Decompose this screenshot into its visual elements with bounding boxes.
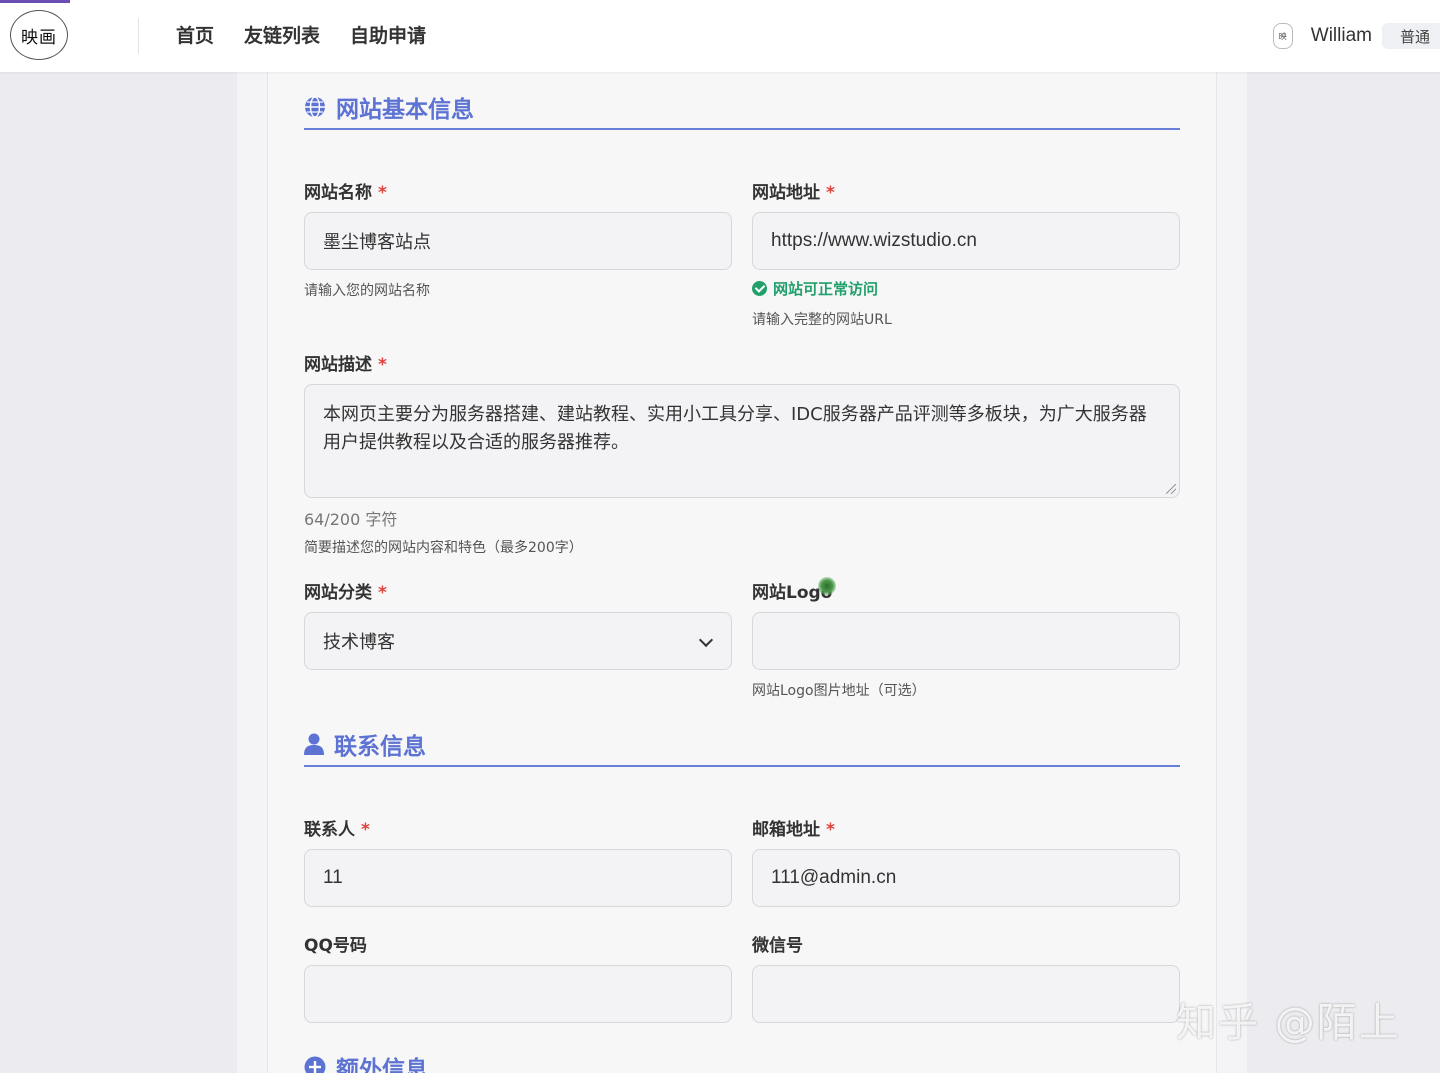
user-menu[interactable]: 映 William 普通 — [1272, 18, 1440, 54]
contact-name-label-text: 联系人 — [304, 820, 355, 840]
site-name-label-text: 网站名称 — [304, 183, 372, 203]
section-contact-divider — [304, 765, 1180, 767]
required-mark: * — [361, 820, 370, 840]
site-logo[interactable]: 映画 — [10, 10, 68, 60]
site-url-help: 请输入完整的网站URL — [752, 312, 892, 328]
plus-circle-icon — [304, 1056, 326, 1073]
site-url-label-text: 网站地址 — [752, 183, 820, 203]
required-mark: * — [826, 820, 835, 840]
char-count: 64/200 字符 — [304, 510, 398, 529]
section-basic-divider — [304, 128, 1180, 130]
badge-label: 普通 — [1400, 27, 1431, 46]
site-logo-input[interactable] — [752, 612, 1180, 670]
section-contact-label: 联系信息 — [334, 734, 426, 760]
email-value: 111@admin.cn — [771, 867, 897, 888]
qq-label: QQ号码 — [304, 931, 367, 956]
site-category-value: 技术博客 — [323, 632, 395, 653]
nav-self-apply[interactable]: 自助申请 — [350, 22, 426, 50]
email-label: 邮箱地址 * — [752, 815, 835, 840]
contact-name-value: 11 — [323, 867, 343, 888]
section-basic-label: 网站基本信息 — [336, 97, 474, 123]
site-desc-label: 网站描述 * — [304, 350, 387, 375]
chevron-down-icon — [698, 632, 714, 648]
section-contact-title: 联系信息 — [304, 727, 1180, 761]
globe-icon — [305, 96, 325, 118]
watermark: 知乎 @陌上 — [1176, 1000, 1401, 1046]
site-desc-label-text: 网站描述 — [304, 355, 372, 375]
mouse-cursor-indicator — [818, 577, 836, 595]
site-category-select[interactable]: 技术博客 — [304, 612, 732, 670]
user-level-badge: 普通 — [1382, 23, 1440, 49]
email-label-text: 邮箱地址 — [752, 820, 820, 840]
nav-link-list[interactable]: 友链列表 — [244, 22, 320, 50]
required-mark: * — [378, 583, 387, 603]
site-desc-help: 简要描述您的网站内容和特色（最多200字） — [304, 540, 583, 556]
required-mark: * — [378, 355, 387, 375]
wechat-label: 微信号 — [752, 931, 803, 956]
site-logo-help: 网站Logo图片地址（可选） — [752, 683, 926, 699]
site-url-input[interactable]: https://www.wizstudio.cn — [752, 212, 1180, 270]
url-status: 网站可正常访问 — [752, 278, 878, 299]
site-category-label: 网站分类 * — [304, 578, 387, 603]
site-url-label: 网站地址 * — [752, 178, 835, 203]
site-name-label: 网站名称 * — [304, 178, 387, 203]
site-name-input[interactable]: 墨尘博客站点 — [304, 212, 732, 270]
site-desc-textarea[interactable]: 本网页主要分为服务器搭建、建站教程、实用小工具分享、IDC服务器产品评测等多板块… — [304, 384, 1180, 498]
site-url-value: https://www.wizstudio.cn — [771, 230, 977, 251]
site-name-help: 请输入您的网站名称 — [304, 283, 430, 299]
wechat-label-text: 微信号 — [752, 936, 803, 956]
url-status-text: 网站可正常访问 — [773, 280, 879, 298]
main-nav: 首页 友链列表 自助申请 — [176, 22, 426, 50]
section-extra-label: 额外信息 — [336, 1057, 428, 1073]
required-mark: * — [826, 183, 835, 203]
top-navbar: 映画 首页 友链列表 自助申请 映 William 普通 — [0, 0, 1440, 72]
wechat-input[interactable] — [752, 965, 1180, 1023]
contact-name-label: 联系人 * — [304, 815, 370, 840]
user-name[interactable]: William — [1311, 25, 1372, 47]
qq-input[interactable] — [304, 965, 732, 1023]
nav-home[interactable]: 首页 — [176, 22, 214, 50]
site-category-label-text: 网站分类 — [304, 583, 372, 603]
required-mark: * — [378, 183, 387, 203]
email-field[interactable]: 111@admin.cn — [752, 849, 1180, 907]
check-circle-icon — [752, 281, 767, 296]
header-divider — [138, 18, 139, 54]
accent-bar — [0, 0, 70, 3]
site-desc-value: 本网页主要分为服务器搭建、建站教程、实用小工具分享、IDC服务器产品评测等多板块… — [323, 404, 1147, 453]
section-basic-title: 网站基本信息 — [304, 90, 1180, 124]
qq-label-text: QQ号码 — [304, 936, 367, 956]
site-name-value: 墨尘博客站点 — [323, 232, 431, 253]
user-icon — [304, 733, 324, 755]
avatar[interactable]: 映 — [1272, 23, 1293, 49]
logo-text: 映画 — [21, 27, 57, 48]
resize-handle[interactable] — [1166, 484, 1176, 494]
section-extra-title: 额外信息 — [304, 1050, 1180, 1073]
contact-name-input[interactable]: 11 — [304, 849, 732, 907]
